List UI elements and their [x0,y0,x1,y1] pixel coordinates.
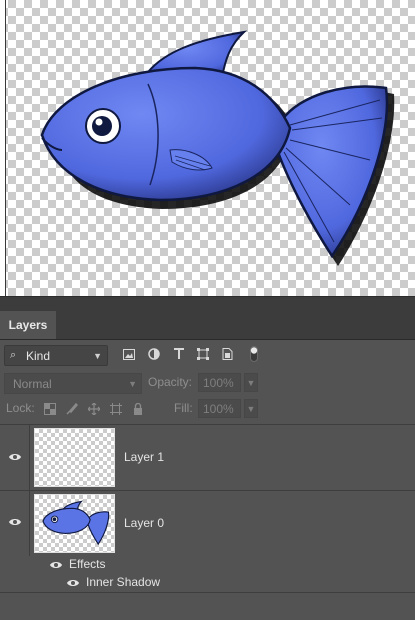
lock-image-pixels-icon[interactable] [66,402,79,415]
lock-transparent-pixels-icon[interactable] [44,403,56,415]
pixel-layer-filter-icon[interactable] [123,348,135,360]
chevron-down-icon: ▼ [128,378,137,389]
filter-kind-select[interactable]: ⌕ Kind ▼ [4,345,108,366]
blend-mode-value: Normal [13,376,52,391]
blend-mode-select[interactable]: Normal ▼ [4,373,142,394]
lock-all-icon[interactable] [132,402,144,415]
eye-icon[interactable] [49,560,63,570]
type-layer-filter-icon[interactable] [173,348,185,360]
fill-label: Fill: [174,401,193,415]
opacity-input[interactable]: 100% [198,373,241,392]
opacity-dropdown-button[interactable]: ▼ [244,373,258,392]
search-icon: ⌕ [10,349,17,361]
layer-row[interactable]: Layer 0 [0,491,415,556]
layer-effects-row[interactable]: Effects [0,556,415,574]
effect-inner-shadow-row[interactable]: Inner Shadow [0,574,415,593]
lock-position-icon[interactable] [87,402,101,416]
lock-label: Lock: [6,401,35,415]
smart-object-filter-icon[interactable] [221,348,233,360]
tab-layers[interactable]: Layers [0,311,56,339]
layer-row[interactable]: Layer 1 [0,425,415,491]
lock-row: Lock: Fill: 100% ▼ [0,398,415,420]
filter-toggle-switch[interactable] [250,346,258,362]
effects-label: Effects [69,557,106,571]
filter-kind-label: Kind [26,348,51,363]
document-canvas[interactable] [0,0,415,296]
fill-input[interactable]: 100% [198,399,241,418]
visibility-column [0,425,30,490]
effect-name: Inner Shadow [86,575,161,589]
filter-row: ⌕ Kind ▼ [0,343,415,369]
shape-layer-filter-icon[interactable] [197,348,209,360]
opacity-label: Opacity: [148,375,193,389]
layer-name[interactable]: Layer 1 [124,450,164,464]
panel-bottom-area [0,593,415,620]
fill-dropdown-button[interactable]: ▼ [244,399,258,418]
fish-thumbnail [42,500,110,546]
visibility-column [0,491,30,556]
eye-icon[interactable] [66,578,80,588]
blend-row: Normal ▼ Opacity: 100% ▼ [0,372,415,394]
chevron-down-icon: ▼ [93,350,102,361]
eye-icon[interactable] [8,517,22,527]
layers-panel: Layers ⌕ Kind ▼ Normal ▼ Opacity: 100% ▼… [0,297,415,620]
fish-artwork [40,30,395,267]
adjustment-layer-filter-icon[interactable] [148,348,160,360]
layer-name[interactable]: Layer 0 [124,516,164,530]
layer-thumbnail[interactable] [34,428,115,487]
layer-thumbnail[interactable] [34,494,115,553]
panel-tab-bar: Layers [0,297,415,340]
lock-artboard-icon[interactable] [110,403,122,415]
eye-icon[interactable] [8,452,22,462]
